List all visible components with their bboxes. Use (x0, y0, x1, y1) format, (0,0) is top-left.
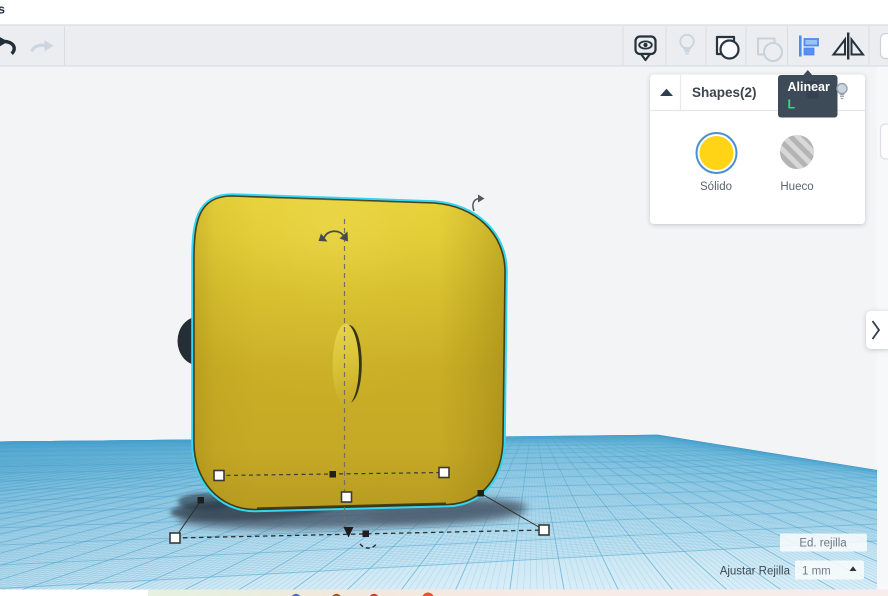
svg-text:L: L (788, 98, 796, 112)
svg-text:Shapes(2): Shapes(2) (692, 85, 757, 100)
svg-text:Hueco: Hueco (780, 181, 813, 193)
svg-text:Alinear: Alinear (788, 80, 831, 94)
svg-text:Ajustar Rejilla: Ajustar Rejilla (720, 566, 791, 578)
svg-text:Ed. rejilla: Ed. rejilla (799, 538, 847, 550)
svg-text:s: s (0, 3, 5, 17)
svg-text:1 mm: 1 mm (802, 566, 831, 578)
svg-text:Sólido: Sólido (700, 181, 732, 193)
